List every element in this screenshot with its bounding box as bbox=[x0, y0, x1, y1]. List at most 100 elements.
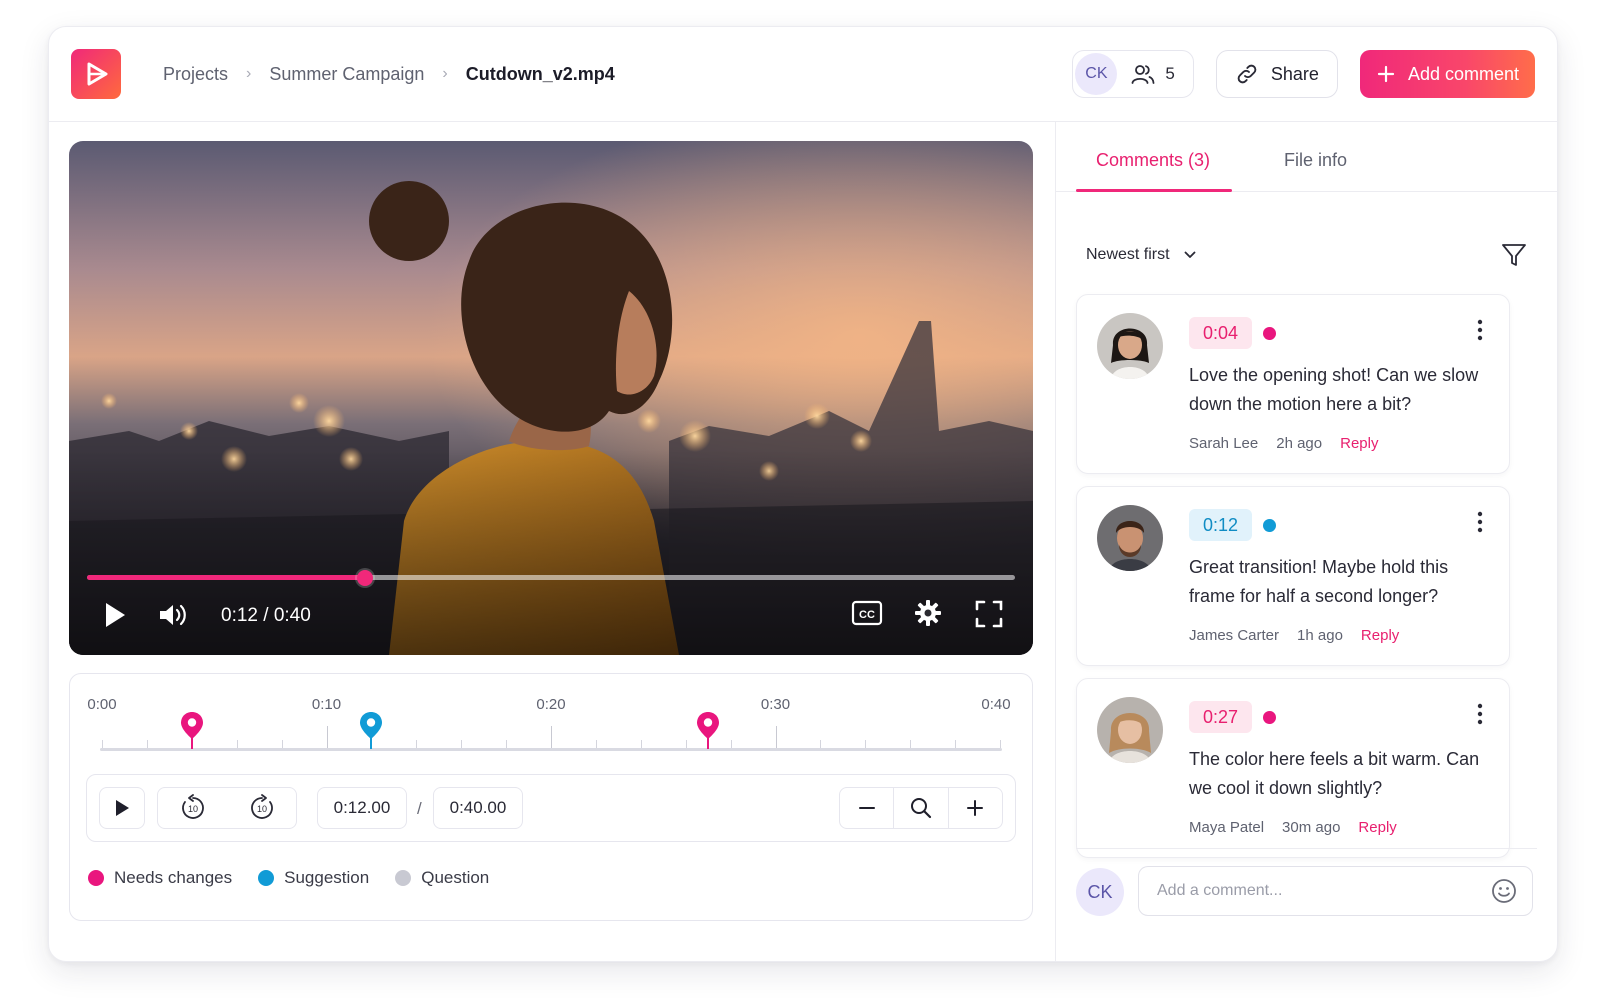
zoom-fit-button[interactable] bbox=[893, 788, 947, 828]
sort-dropdown[interactable]: Newest first bbox=[1086, 246, 1196, 264]
timeline-track[interactable] bbox=[100, 748, 1002, 751]
active-tab-indicator bbox=[1076, 189, 1232, 192]
collaborators-button[interactable]: CK 5 bbox=[1072, 50, 1194, 98]
timeline-tick bbox=[595, 740, 597, 748]
timeline-tick bbox=[820, 740, 822, 748]
link-icon bbox=[1237, 64, 1257, 84]
needs-changes-dot bbox=[1263, 711, 1276, 724]
timeline-tick-label: 0:20 bbox=[536, 696, 566, 713]
comment-timestamp[interactable]: 0:04 bbox=[1189, 317, 1253, 349]
gear-icon bbox=[915, 600, 941, 626]
timeline-tick bbox=[326, 726, 328, 748]
share-button[interactable]: Share bbox=[1215, 50, 1338, 98]
legend-needs-changes: Needs changes bbox=[88, 868, 232, 888]
avatar bbox=[1097, 313, 1163, 379]
playback-time: 0:12 / 0:40 bbox=[221, 605, 311, 626]
comment-card[interactable]: 0:27 The color here feels a bit warm. Ca… bbox=[1076, 678, 1510, 858]
play-logo-icon bbox=[87, 62, 108, 86]
comment-text: Love the opening shot! Can we slow down … bbox=[1189, 365, 1479, 414]
timeline-tick bbox=[551, 726, 552, 748]
play-button[interactable] bbox=[103, 601, 127, 629]
svg-text:10: 10 bbox=[187, 804, 197, 814]
minus-icon bbox=[858, 807, 875, 809]
filter-icon bbox=[1502, 244, 1526, 266]
kebab-menu-icon bbox=[1477, 703, 1483, 725]
timeline-tick-label: 0:30 bbox=[760, 696, 791, 713]
breadcrumb: Projects › Summer Campaign › Cutdown_v2.… bbox=[163, 64, 615, 85]
legend-label: Suggestion bbox=[284, 868, 370, 887]
share-label: Share bbox=[1270, 63, 1319, 84]
avatar: CK bbox=[1075, 53, 1118, 95]
reply-link[interactable]: Reply bbox=[1340, 435, 1378, 452]
timeline-tick bbox=[506, 740, 508, 748]
breadcrumb-projects[interactable]: Projects bbox=[163, 64, 228, 85]
emoji-button[interactable] bbox=[1491, 878, 1517, 909]
play-icon bbox=[116, 800, 129, 816]
comment-timestamp[interactable]: 0:12 bbox=[1189, 509, 1253, 541]
filter-button[interactable] bbox=[1501, 242, 1527, 273]
zoom-out-button[interactable] bbox=[840, 788, 893, 828]
comment-card[interactable]: 0:04 Love the opening shot! Can we slow … bbox=[1076, 294, 1510, 474]
timeline-tick bbox=[955, 740, 957, 748]
timeline-play-button[interactable] bbox=[99, 787, 145, 829]
map-pin-icon bbox=[360, 712, 383, 749]
captions-button[interactable]: CC bbox=[851, 600, 883, 626]
more-options-button[interactable] bbox=[1477, 703, 1483, 730]
needs-changes-dot bbox=[88, 870, 104, 886]
timeline-tick bbox=[775, 726, 777, 748]
comment-composer: CK bbox=[1076, 862, 1533, 922]
comment-timestamp[interactable]: 0:27 bbox=[1189, 701, 1253, 733]
kebab-menu-icon bbox=[1477, 319, 1483, 341]
timeline-toolbar: 10 10 0:12.00 / 0:40.00 bbox=[86, 774, 1016, 842]
timeline-marker-suggestion[interactable] bbox=[358, 710, 384, 750]
timeline-tick bbox=[640, 740, 642, 748]
video-player[interactable]: 0:12 / 0:40 CC bbox=[69, 141, 1033, 655]
avatar: CK bbox=[1076, 868, 1124, 916]
panel-tabs: Comments (3) File info bbox=[1056, 122, 1557, 192]
svg-text:CC: CC bbox=[859, 609, 875, 621]
timeline-marker-needs-changes[interactable] bbox=[695, 710, 721, 750]
reply-link[interactable]: Reply bbox=[1361, 627, 1399, 644]
chevron-down-icon bbox=[1184, 251, 1195, 258]
settings-button[interactable] bbox=[914, 599, 942, 627]
add-comment-label: Add comment bbox=[1407, 63, 1519, 84]
current-time-field[interactable]: 0:12.00 bbox=[317, 787, 407, 829]
timeline-tick bbox=[910, 740, 912, 748]
more-options-button[interactable] bbox=[1477, 511, 1483, 538]
timeline-marker-needs-changes[interactable] bbox=[179, 710, 205, 750]
comment-time: 1h ago bbox=[1297, 627, 1343, 644]
timeline-tick bbox=[146, 740, 148, 748]
volume-button[interactable] bbox=[157, 601, 189, 629]
video-progress-bar[interactable] bbox=[87, 569, 1015, 586]
more-options-button[interactable] bbox=[1477, 319, 1483, 346]
map-pin-icon bbox=[697, 712, 720, 749]
magnifier-icon bbox=[910, 798, 932, 819]
chevron-right-icon: › bbox=[246, 65, 252, 82]
add-comment-button[interactable]: Add comment bbox=[1359, 50, 1535, 98]
tab-comments[interactable]: Comments (3) bbox=[1096, 150, 1210, 171]
app-logo[interactable] bbox=[71, 49, 121, 99]
video-progress-thumb[interactable] bbox=[357, 569, 374, 586]
timeline-panel: 0:00 0:10 0:20 0:30 0:40 10 10 0:12.00 /… bbox=[69, 673, 1033, 921]
comment-input[interactable] bbox=[1138, 866, 1533, 916]
fullscreen-button[interactable] bbox=[975, 600, 1003, 628]
comment-card[interactable]: 0:12 Great transition! Maybe hold this f… bbox=[1076, 486, 1510, 666]
breadcrumb-current-file: Cutdown_v2.mp4 bbox=[465, 63, 615, 84]
breadcrumb-summer-campaign[interactable]: Summer Campaign bbox=[269, 64, 424, 85]
timeline-tick bbox=[730, 740, 732, 748]
reply-link[interactable]: Reply bbox=[1358, 819, 1396, 836]
comment-time: 30m ago bbox=[1282, 819, 1341, 836]
forward-10-icon[interactable]: 10 bbox=[248, 794, 276, 822]
rewind-10-icon[interactable]: 10 bbox=[179, 794, 207, 822]
timeline-tick bbox=[461, 740, 463, 748]
timeline-tick-label: 0:00 bbox=[87, 696, 117, 713]
sort-label: Newest first bbox=[1086, 246, 1170, 263]
timeline-tick-label: 0:10 bbox=[311, 696, 342, 713]
collaborator-count: 5 bbox=[1165, 64, 1175, 83]
zoom-in-button[interactable] bbox=[947, 788, 1002, 828]
comment-time: 2h ago bbox=[1276, 435, 1323, 452]
top-bar: Projects › Summer Campaign › Cutdown_v2.… bbox=[49, 27, 1557, 122]
tab-file-info[interactable]: File info bbox=[1284, 150, 1347, 171]
timeline-tick bbox=[865, 740, 867, 748]
comments-panel: Comments (3) File info Newest first 0:04… bbox=[1055, 122, 1557, 961]
